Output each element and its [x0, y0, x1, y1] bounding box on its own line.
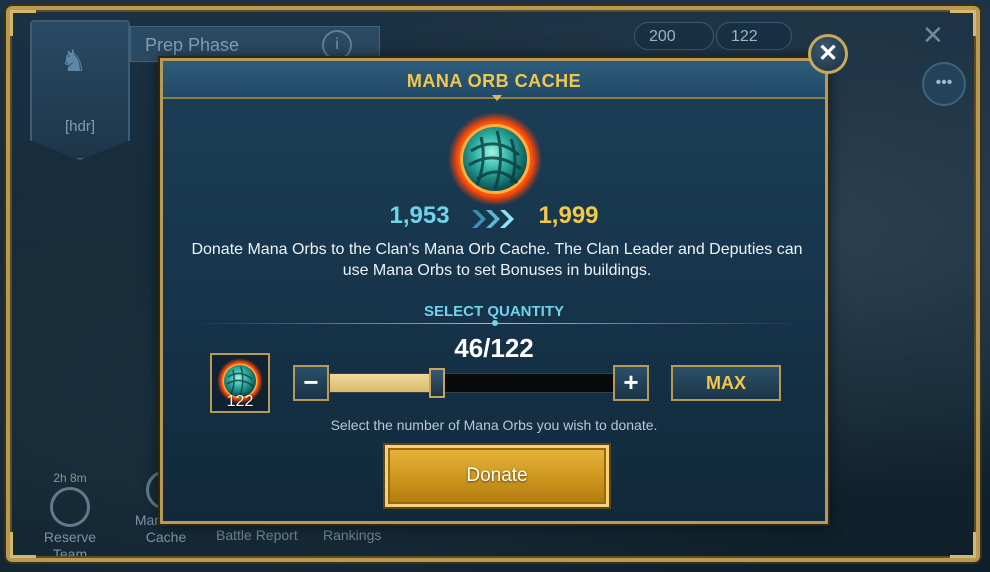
- title-notch: [492, 95, 502, 101]
- slider-fill: [330, 374, 438, 392]
- cache-count-row: 1,953 1,999: [163, 202, 825, 230]
- increase-quantity-button[interactable]: +: [613, 365, 649, 401]
- frame-corner: [950, 10, 976, 36]
- quantity-hint: Select the number of Mana Orbs you wish …: [330, 417, 658, 433]
- owned-orbs-count: 122: [226, 393, 254, 410]
- close-icon[interactable]: ✕: [808, 34, 848, 74]
- select-quantity-label: SELECT QUANTITY: [423, 303, 564, 320]
- frame-corner: [10, 532, 36, 558]
- cache-count-after: 1,999: [538, 202, 599, 229]
- frame-corner: [950, 532, 976, 558]
- donate-button[interactable]: Donate: [385, 445, 609, 507]
- divider-dot: [492, 320, 498, 326]
- owned-orbs-slot: 122: [210, 353, 270, 413]
- frame-corner: [10, 10, 36, 36]
- mana-orb-icon: [448, 112, 542, 206]
- chevrons-right-icon: [472, 209, 514, 228]
- cache-count-current: 1,953: [389, 202, 450, 229]
- donate-dialog: MANA ORB CACHE 1,953 1,999 Donate Mana O…: [160, 58, 828, 524]
- dialog-description: Donate Mana Orbs to the Clan's Mana Orb …: [191, 241, 803, 279]
- dialog-title-bar: MANA ORB CACHE: [163, 61, 825, 99]
- max-button[interactable]: MAX: [671, 365, 781, 401]
- decrease-quantity-button[interactable]: −: [293, 365, 329, 401]
- quantity-slider[interactable]: [329, 368, 615, 398]
- dialog-title: MANA ORB CACHE: [406, 71, 582, 91]
- slider-handle[interactable]: [429, 368, 446, 398]
